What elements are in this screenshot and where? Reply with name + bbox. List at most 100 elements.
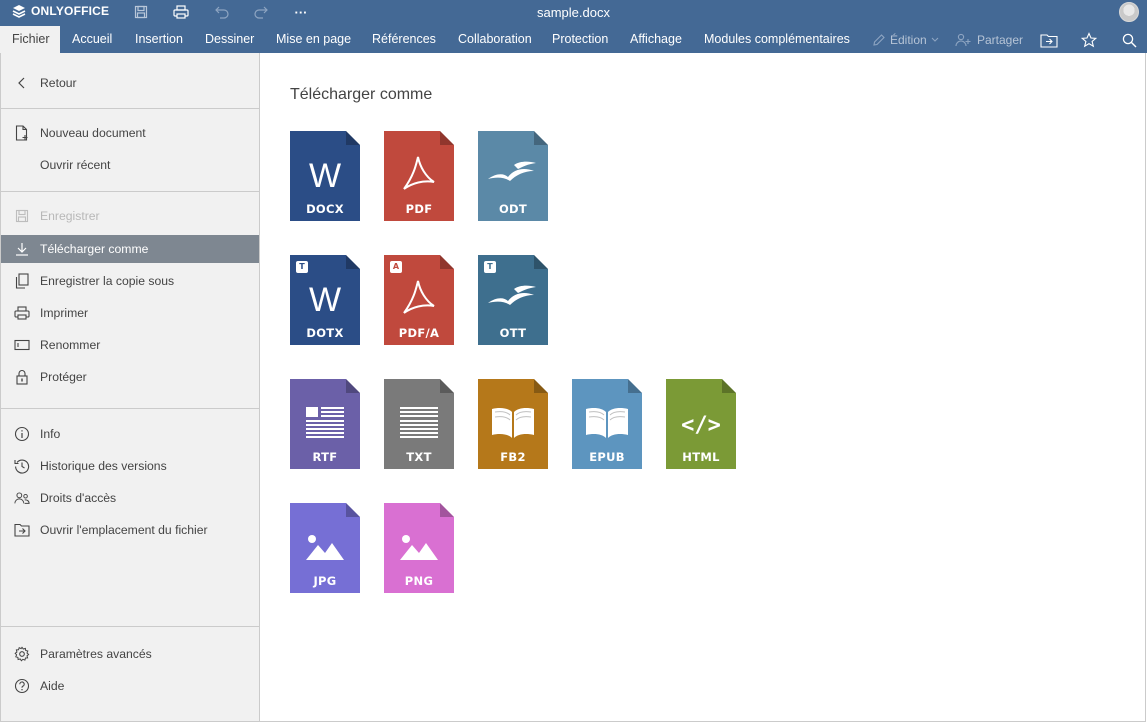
format-dotx-button[interactable]: W T DOTX: [290, 255, 360, 345]
divider: [1, 108, 259, 109]
chevron-left-icon: [14, 75, 30, 91]
new-document-label: Nouveau document: [40, 126, 146, 140]
open-location-item[interactable]: Ouvrir l'emplacement du fichier: [1, 516, 259, 544]
search-icon[interactable]: [1119, 30, 1139, 50]
access-rights-label: Droits d'accès: [40, 491, 117, 505]
tab-layout[interactable]: Mise en page: [264, 25, 363, 53]
print-item[interactable]: Imprimer: [1, 299, 259, 327]
format-png-button[interactable]: PNG: [384, 503, 454, 593]
format-label: ODT: [498, 202, 528, 216]
format-label: EPUB: [589, 450, 625, 464]
format-label: TXT: [406, 450, 432, 464]
redo-icon[interactable]: [251, 3, 271, 21]
help-label: Aide: [40, 679, 65, 693]
more-options-icon[interactable]: ···: [291, 3, 311, 21]
save-copy-as-item[interactable]: Enregistrer la copie sous: [1, 267, 259, 295]
open-location-label: Ouvrir l'emplacement du fichier: [40, 523, 208, 537]
tab-collaboration[interactable]: Collaboration: [446, 25, 544, 53]
archive-badge: A: [390, 261, 402, 273]
brand-name: ONLYOFFICE: [31, 4, 110, 18]
info-icon: [14, 426, 30, 442]
tab-home[interactable]: Accueil: [60, 25, 124, 53]
user-avatar[interactable]: [1119, 2, 1139, 22]
info-label: Info: [40, 427, 61, 441]
tab-references[interactable]: Références: [360, 25, 448, 53]
print-icon: [14, 305, 30, 321]
svg-text:W: W: [309, 157, 341, 195]
advanced-settings-item[interactable]: Paramètres avancés: [1, 640, 259, 668]
format-txt-button[interactable]: TXT: [384, 379, 454, 469]
protect-item[interactable]: Protéger: [1, 363, 259, 391]
access-rights-item[interactable]: Droits d'accès: [1, 484, 259, 512]
svg-text:W: W: [309, 281, 341, 319]
open-recent-item[interactable]: Ouvrir récent: [1, 151, 259, 179]
template-badge: T: [484, 261, 496, 273]
share-label: Partager: [977, 33, 1024, 47]
onlyoffice-logo-icon: [12, 5, 26, 18]
folder-arrow-icon: [14, 522, 30, 538]
tab-view[interactable]: Affichage: [618, 25, 694, 53]
back-item[interactable]: Retour: [1, 69, 259, 97]
divider: [1, 626, 259, 627]
share-users-icon: [955, 33, 971, 47]
help-item[interactable]: Aide: [1, 672, 259, 700]
format-odt-button[interactable]: ODT: [478, 131, 548, 221]
format-label: PDF/A: [398, 326, 440, 340]
version-history-item[interactable]: Historique des versions: [1, 452, 259, 480]
tab-protection[interactable]: Protection: [540, 25, 620, 53]
format-html-button[interactable]: </> HTML: [666, 379, 736, 469]
gear-icon: [14, 646, 30, 662]
save-copy-as-label: Enregistrer la copie sous: [40, 274, 175, 288]
open-recent-label: Ouvrir récent: [40, 158, 111, 172]
save-icon: [14, 208, 30, 224]
format-epub-button[interactable]: EPUB: [572, 379, 642, 469]
share-button[interactable]: Partager: [955, 30, 1023, 50]
chevron-down-icon: [931, 37, 939, 42]
file-menu-sidebar: Retour Nouveau document Ouvrir récent En…: [0, 53, 260, 722]
rename-item[interactable]: Renommer: [1, 331, 259, 359]
users-icon: [14, 490, 30, 506]
version-history-label: Historique des versions: [40, 459, 167, 473]
tab-insert[interactable]: Insertion: [123, 25, 195, 53]
title-bar: ONLYOFFICE ··· sample.docx: [0, 0, 1147, 25]
save-label: Enregistrer: [40, 209, 100, 223]
open-location-icon[interactable]: [1039, 30, 1059, 50]
onlyoffice-logo: ONLYOFFICE: [12, 4, 109, 18]
tab-plugins[interactable]: Modules complémentaires: [692, 25, 862, 53]
favorite-star-icon[interactable]: [1079, 30, 1099, 50]
edit-mode-button[interactable]: Édition: [872, 30, 939, 50]
copy-icon: [14, 273, 30, 289]
divider: [1, 408, 259, 409]
format-ott-button[interactable]: T OTT: [478, 255, 548, 345]
info-item[interactable]: Info: [1, 420, 259, 448]
advanced-settings-label: Paramètres avancés: [40, 647, 152, 661]
undo-icon[interactable]: [212, 3, 232, 21]
tab-draw[interactable]: Dessiner: [193, 25, 266, 53]
new-document-icon: [14, 125, 30, 141]
menu-bar: Fichier Accueil Insertion Dessiner Mise …: [0, 25, 1147, 53]
lock-icon: [14, 369, 30, 385]
format-label: DOTX: [306, 326, 344, 340]
format-docx-button[interactable]: W DOCX: [290, 131, 360, 221]
format-label: FB2: [500, 450, 526, 464]
download-as-item[interactable]: Télécharger comme: [1, 235, 259, 263]
template-badge: T: [296, 261, 308, 273]
download-as-panel: Télécharger comme W DOCX PDF ODT W T DOT…: [260, 53, 1146, 722]
format-label: PDF: [405, 202, 433, 216]
rename-icon: [14, 337, 30, 353]
history-icon: [14, 458, 30, 474]
save-icon[interactable]: [131, 3, 151, 21]
tab-file[interactable]: Fichier: [0, 26, 60, 53]
print-label: Imprimer: [40, 306, 89, 320]
format-pdf-button[interactable]: PDF: [384, 131, 454, 221]
format-rtf-button[interactable]: RTF: [290, 379, 360, 469]
format-jpg-button[interactable]: JPG: [290, 503, 360, 593]
page-title: Télécharger comme: [290, 86, 433, 103]
format-label: HTML: [682, 450, 720, 464]
format-fb2-button[interactable]: FB2: [478, 379, 548, 469]
format-label: DOCX: [306, 202, 344, 216]
new-document-item[interactable]: Nouveau document: [1, 119, 259, 147]
format-pdfa-button[interactable]: A PDF/A: [384, 255, 454, 345]
rename-label: Renommer: [40, 338, 101, 352]
print-icon[interactable]: [171, 3, 191, 21]
